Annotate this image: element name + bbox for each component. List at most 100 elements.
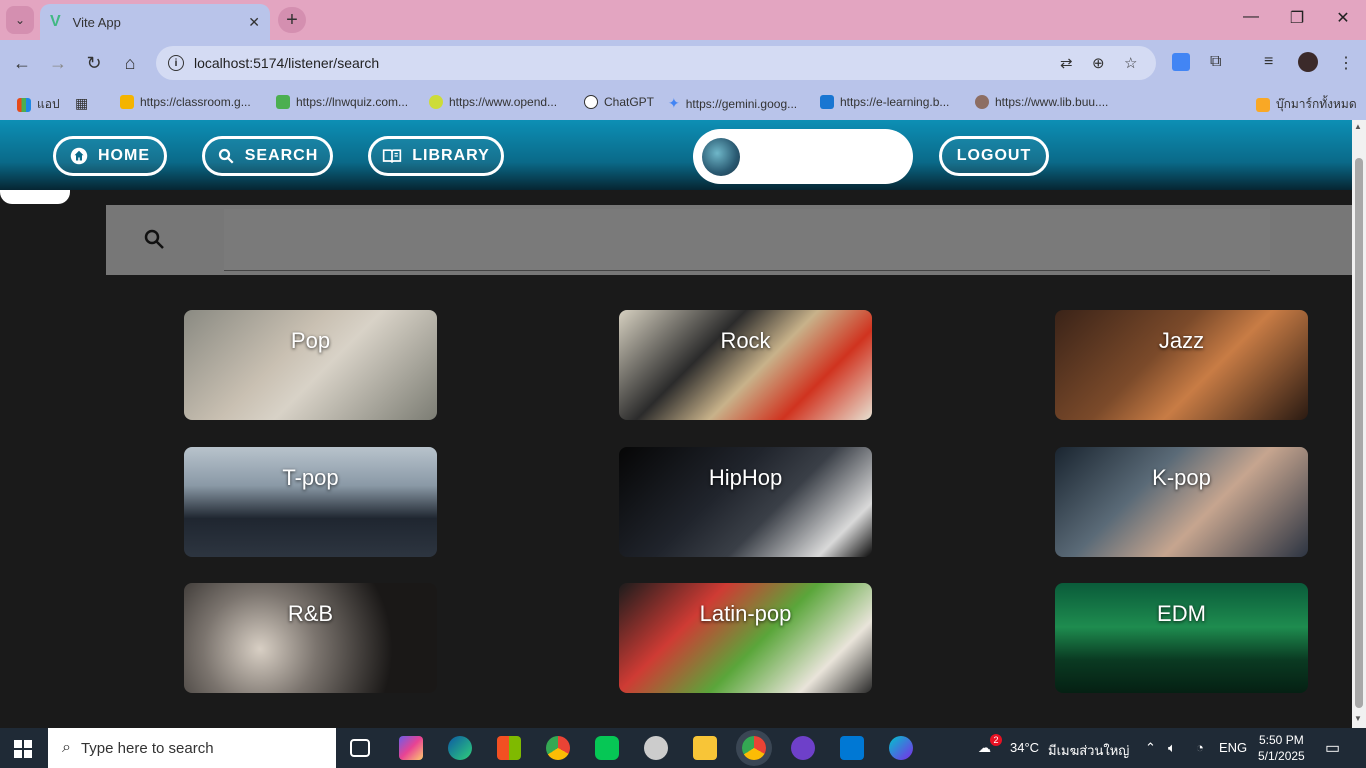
- site-info-icon[interactable]: i: [168, 55, 184, 71]
- genre-card-edm[interactable]: EDM: [1055, 583, 1308, 693]
- scroll-down-icon[interactable]: ▼: [1354, 714, 1362, 723]
- line-icon[interactable]: [595, 736, 619, 760]
- address-bar[interactable]: i localhost:5174/listener/search: [156, 46, 1156, 80]
- back-icon[interactable]: ←: [9, 50, 35, 76]
- bookmark-elearning[interactable]: https://e-learning.b...: [820, 95, 949, 109]
- extensions-icon[interactable]: ⧉: [1210, 53, 1221, 71]
- bookmark-classroom[interactable]: https://classroom.g...: [120, 95, 251, 109]
- search-icon: ⌕: [62, 739, 71, 756]
- browser-toolbar: ← → ↻ ⌂ i localhost:5174/listener/search…: [0, 40, 1366, 86]
- genre-card-rock[interactable]: Rock: [619, 310, 872, 420]
- minimize-icon[interactable]: —: [1239, 8, 1263, 26]
- weather-icon[interactable]: ☁ 2: [978, 734, 1002, 756]
- weather-text[interactable]: มีเมฆส่วนใหญ่: [1048, 740, 1129, 761]
- vite-logo-icon: V: [50, 13, 61, 30]
- folder-icon: [1256, 97, 1270, 112]
- search-icon[interactable]: [142, 227, 166, 251]
- network-icon[interactable]: ◔: [1196, 740, 1204, 755]
- apps-grid-icon: [17, 97, 31, 112]
- restore-icon[interactable]: ❐: [1285, 8, 1309, 28]
- home-label: HOME: [98, 147, 150, 164]
- bookmark-lib[interactable]: https://www.lib.buu....: [975, 95, 1108, 109]
- store-icon[interactable]: [497, 736, 521, 760]
- close-tab-icon[interactable]: ✕: [248, 14, 260, 31]
- profile-pill[interactable]: [693, 129, 913, 184]
- search-input[interactable]: [224, 209, 1270, 271]
- avatar[interactable]: [702, 138, 740, 176]
- bookmark-lnwquiz[interactable]: https://lnwquiz.com...: [276, 95, 408, 109]
- taskbar-search[interactable]: ⌕ Type here to search: [48, 728, 336, 768]
- all-bookmarks[interactable]: บุ๊กมาร์กทั้งหมด: [1256, 95, 1357, 114]
- new-tab-button[interactable]: +: [278, 7, 306, 33]
- grid-icon: ▦: [75, 95, 89, 111]
- translate-icon[interactable]: ⇄: [1060, 54, 1073, 72]
- logout-label: LOGOUT: [956, 147, 1032, 164]
- logout-button[interactable]: LOGOUT: [939, 136, 1049, 176]
- app-header: HOME SEARCH LIBRARY LOGOUT: [0, 120, 1352, 190]
- lnwquiz-icon: [276, 95, 290, 109]
- chrome-icon[interactable]: [546, 736, 570, 760]
- bookmark-opend[interactable]: https://www.opend...: [429, 95, 557, 109]
- home-icon: [70, 147, 88, 165]
- notification-icon[interactable]: ▭: [1325, 738, 1340, 758]
- menu-icon[interactable]: ⋮: [1338, 53, 1354, 73]
- xbox-icon[interactable]: [644, 736, 668, 760]
- chrome-active-icon[interactable]: [742, 736, 766, 760]
- search-label: SEARCH: [244, 147, 319, 164]
- forward-icon[interactable]: →: [45, 50, 71, 76]
- search-button[interactable]: SEARCH: [202, 136, 333, 176]
- time: 5:50 PM: [1259, 733, 1304, 747]
- genre-label: T-pop: [282, 465, 339, 490]
- genre-card-rnb[interactable]: R&B: [184, 583, 437, 693]
- tab-list-button[interactable]: ⌄: [6, 6, 34, 34]
- genre-card-hiphop[interactable]: HipHop: [619, 447, 872, 557]
- google-translate-extension-icon[interactable]: [1172, 53, 1190, 71]
- task-view-icon[interactable]: [350, 739, 370, 757]
- chevron-down-icon: ⌄: [14, 13, 26, 27]
- media-control-icon[interactable]: ≡: [1264, 53, 1273, 71]
- volume-icon[interactable]: 🔈︎: [1168, 740, 1176, 756]
- lib-icon: [975, 95, 989, 109]
- profile-avatar[interactable]: [1298, 52, 1318, 72]
- close-window-icon[interactable]: ✕: [1331, 8, 1355, 28]
- home-button[interactable]: HOME: [53, 136, 167, 176]
- scroll-thumb[interactable]: [1355, 158, 1363, 708]
- genre-card-tpop[interactable]: T-pop: [184, 447, 437, 557]
- genre-label: Jazz: [1158, 328, 1205, 353]
- home-icon[interactable]: ⌂: [117, 50, 143, 76]
- active-tab[interactable]: V Vite App ✕: [40, 4, 270, 40]
- bookmark-chatgpt[interactable]: ChatGPT: [584, 95, 654, 109]
- chatgpt-icon: [584, 95, 598, 109]
- bookmark-grid[interactable]: ▦: [75, 95, 88, 112]
- page-content: HOME SEARCH LIBRARY LOGOUT Pop Rock Jazz…: [0, 120, 1352, 728]
- bookmark-star-icon[interactable]: ☆: [1124, 54, 1137, 72]
- genre-card-pop[interactable]: Pop: [184, 310, 437, 420]
- weather-badge: 2: [990, 734, 1002, 746]
- canva-icon[interactable]: [889, 736, 913, 760]
- opend-icon: [429, 95, 443, 109]
- zoom-icon[interactable]: ⊕: [1092, 54, 1105, 72]
- github-desktop-icon[interactable]: [791, 736, 815, 760]
- bookmark-apps[interactable]: แอป: [17, 95, 60, 114]
- side-drawer-handle[interactable]: [0, 190, 70, 204]
- bookmark-gemini[interactable]: ✦ https://gemini.goog...: [668, 95, 797, 112]
- date: 5/1/2025: [1258, 749, 1305, 763]
- edge-icon[interactable]: [448, 736, 472, 760]
- reload-icon[interactable]: ↻: [81, 50, 107, 76]
- clock[interactable]: 5:50 PM 5/1/2025: [1258, 732, 1305, 764]
- file-explorer-icon[interactable]: [693, 736, 717, 760]
- genre-card-latin-pop[interactable]: Latin-pop: [619, 583, 872, 693]
- genre-card-kpop[interactable]: K-pop: [1055, 447, 1308, 557]
- genre-card-jazz[interactable]: Jazz: [1055, 310, 1308, 420]
- page-scrollbar[interactable]: ▲ ▼: [1352, 120, 1366, 728]
- bookmarks-bar: แอป ▦ https://classroom.g... https://lnw…: [0, 86, 1366, 120]
- genre-label: Rock: [720, 328, 771, 353]
- windows-start-icon[interactable]: [14, 740, 32, 758]
- chevron-up-icon[interactable]: ⌃: [1145, 740, 1156, 756]
- library-button[interactable]: LIBRARY: [368, 136, 504, 176]
- scroll-up-icon[interactable]: ▲: [1354, 122, 1362, 131]
- weather-temp[interactable]: 34°C: [1010, 740, 1039, 755]
- copilot-icon[interactable]: [399, 736, 423, 760]
- vscode-icon[interactable]: [840, 736, 864, 760]
- language-indicator[interactable]: ENG: [1219, 740, 1247, 755]
